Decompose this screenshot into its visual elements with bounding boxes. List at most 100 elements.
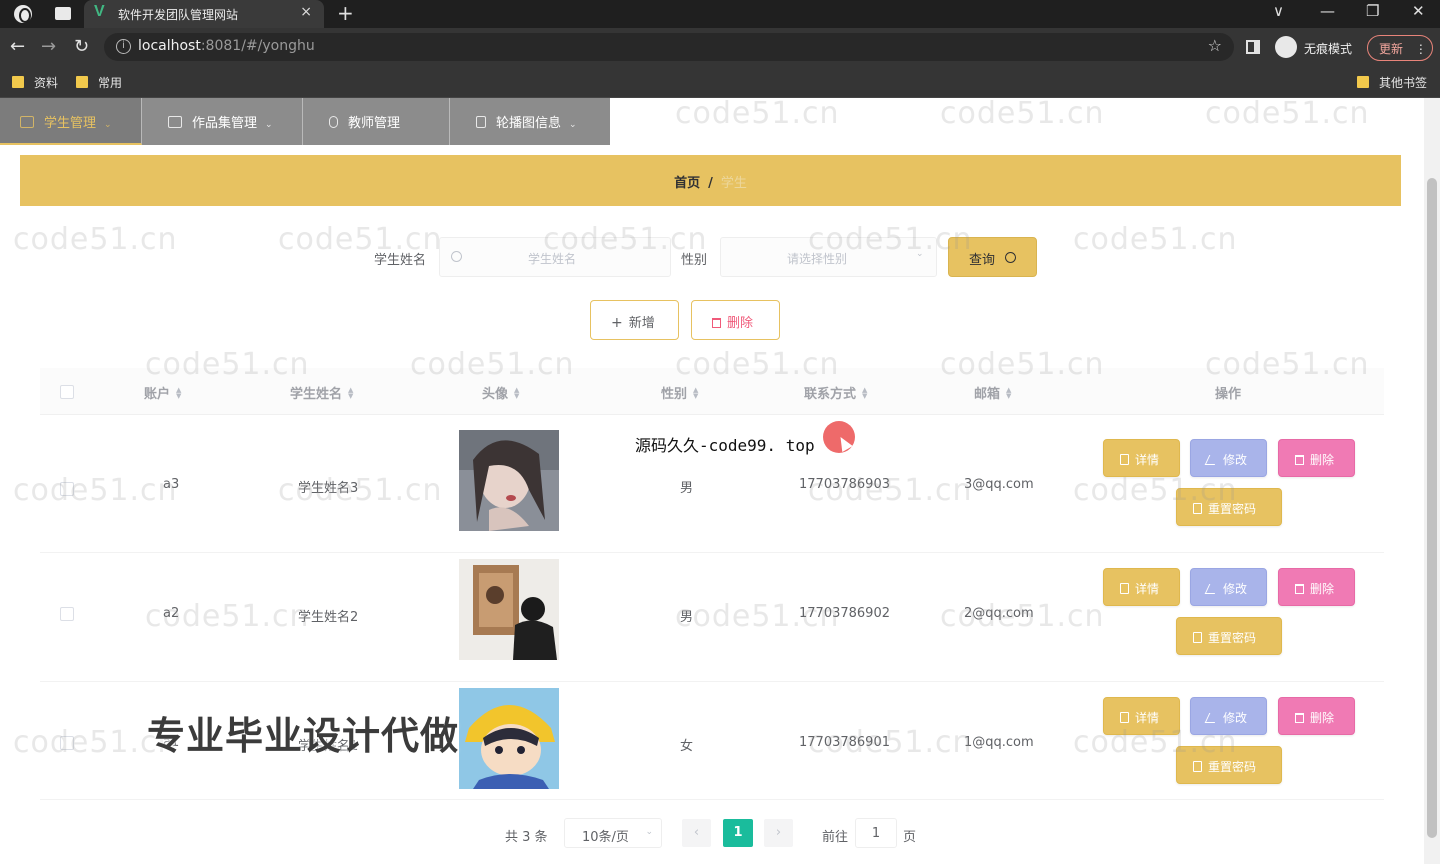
info-icon[interactable]: i — [116, 39, 131, 54]
bookmark-folder[interactable]: 资料 — [12, 74, 58, 91]
reset-password-button[interactable]: 重置密码 — [1176, 488, 1282, 526]
edit-button[interactable]: 修改 — [1190, 697, 1267, 735]
omnibox[interactable]: i localhost:8081/#/yonghu ☆ — [104, 33, 1234, 61]
edit-button[interactable]: 修改 — [1190, 439, 1267, 477]
reset-label: 重置密码 — [1208, 502, 1257, 516]
page-number-current[interactable]: 1 — [723, 819, 753, 847]
sort-icon[interactable]: ▲ ▼ — [862, 387, 870, 400]
side-panel-icon[interactable] — [1246, 40, 1260, 54]
edit-icon — [1204, 455, 1220, 465]
query-button[interactable]: 查询 — [948, 237, 1037, 277]
page-size-select[interactable]: 10条/页 ⌄ — [564, 818, 662, 848]
sort-icon[interactable]: ▲ ▼ — [176, 387, 184, 400]
folder-icon — [12, 76, 24, 88]
detail-button[interactable]: 详情 — [1103, 697, 1180, 735]
nav-item-portfolio[interactable]: 作品集管理 ⌄ — [142, 98, 303, 145]
prev-page-button[interactable]: ‹ — [682, 819, 711, 847]
url-text[interactable]: localhost:8081/#/yonghu — [138, 38, 315, 54]
tab-close-icon[interactable]: × — [300, 4, 312, 20]
reload-icon[interactable]: ↻ — [74, 36, 89, 57]
delete-button[interactable]: 删除 — [1278, 697, 1355, 735]
header-label: 账户 — [144, 387, 171, 402]
reset-password-button[interactable]: 重置密码 — [1176, 746, 1282, 784]
overlay-promo-text: 专业毕业设计代做 — [147, 714, 460, 758]
trash-icon — [712, 318, 721, 328]
header-account[interactable]: 账户 ▲ ▼ — [144, 383, 184, 403]
sort-icon[interactable]: ▲ ▼ — [693, 387, 701, 400]
bookmark-star-icon[interactable]: ☆ — [1208, 36, 1222, 55]
delete-label: 删除 — [1310, 453, 1335, 467]
minimize-icon[interactable]: — — [1320, 2, 1335, 20]
grid-icon — [168, 116, 182, 128]
header-avatar[interactable]: 头像 ▲ ▼ — [482, 383, 522, 403]
row-checkbox[interactable] — [60, 482, 74, 496]
edit-label: 修改 — [1223, 711, 1248, 725]
mic-icon — [329, 116, 338, 128]
nav-item-teachers[interactable]: 教师管理 — [303, 98, 450, 145]
header-label: 邮箱 — [974, 387, 1001, 402]
browser-tab[interactable]: V 软件开发团队管理网站 × — [84, 0, 324, 28]
close-window-icon[interactable]: ✕ — [1412, 2, 1425, 20]
sort-icon[interactable]: ▲ ▼ — [348, 387, 356, 400]
reset-label: 重置密码 — [1208, 631, 1257, 645]
update-button[interactable]: 更新 ⋮ — [1367, 35, 1433, 61]
sort-icon[interactable]: ▲ ▼ — [514, 387, 522, 400]
address-bar: ← → ↻ i localhost:8081/#/yonghu ☆ 无痕模式 更… — [0, 28, 1440, 66]
kebab-menu-icon[interactable]: ⋮ — [1415, 42, 1427, 56]
nav-item-carousel[interactable]: 轮播图信息 ⌄ — [450, 98, 610, 145]
delete-label: 删除 — [1310, 582, 1335, 596]
table-header: 账户 ▲ ▼ 学生姓名 ▲ ▼ 头像 ▲ ▼ 性别 ▲ ▼ 联系方式 ▲ ▼ 邮箱 ▲ ▼ 操作 — [40, 368, 1384, 415]
delete-button[interactable]: 删除 — [1278, 439, 1355, 477]
chevron-down-icon: ⌄ — [104, 120, 112, 130]
goto-page-input[interactable]: 1 — [855, 818, 897, 848]
document-icon — [1120, 454, 1129, 465]
name-placeholder: 学生姓名 — [528, 252, 577, 266]
breadcrumb-home[interactable]: 首页 — [674, 176, 700, 191]
page-scrollbar-thumb[interactable] — [1427, 178, 1437, 838]
header-label: 性别 — [661, 387, 688, 402]
header-email[interactable]: 邮箱 ▲ ▼ — [974, 383, 1014, 403]
header-ops: 操作 — [1215, 387, 1242, 402]
select-all-checkbox[interactable] — [60, 385, 74, 399]
header-gender[interactable]: 性别 ▲ ▼ — [661, 383, 701, 403]
bookmarks-bar: 资料 常用 其他书签 — [0, 66, 1440, 98]
detail-button[interactable]: 详情 — [1103, 439, 1180, 477]
tab-search-icon[interactable]: ∨ — [1273, 2, 1284, 20]
chevron-down-icon: ⌄ — [916, 249, 924, 259]
forward-icon[interactable]: → — [41, 36, 56, 57]
header-phone[interactable]: 联系方式 ▲ ▼ — [804, 383, 870, 403]
edit-button[interactable]: 修改 — [1190, 568, 1267, 606]
row-checkbox[interactable] — [60, 736, 74, 750]
breadcrumb: 首页 / 学生 — [20, 155, 1401, 206]
back-icon[interactable]: ← — [10, 36, 25, 57]
search-icon — [451, 251, 462, 262]
browser-tab-strip: V 软件开发团队管理网站 × + ∨ — ❐ ✕ — [0, 0, 1440, 28]
reset-password-button[interactable]: 重置密码 — [1176, 617, 1282, 655]
batch-delete-button[interactable]: 删除 — [691, 300, 780, 340]
name-search-input[interactable]: 学生姓名 — [439, 237, 671, 277]
folder-icon — [1357, 76, 1369, 88]
maximize-icon[interactable]: ❐ — [1366, 2, 1379, 20]
goto-label: 前往 — [822, 830, 849, 845]
sort-icon[interactable]: ▲ ▼ — [1006, 387, 1014, 400]
gender-select[interactable]: 请选择性别 ⌄ — [720, 237, 937, 277]
page-suffix: 页 — [903, 830, 917, 845]
new-tab-button[interactable]: + — [337, 1, 354, 25]
search-icon — [1005, 252, 1016, 263]
nav-item-students[interactable]: 学生管理 ⌄ — [0, 98, 142, 145]
delete-button[interactable]: 删除 — [1278, 568, 1355, 606]
vue-logo-icon: V — [94, 3, 105, 20]
cell-phone: 17703786901 — [799, 735, 890, 750]
user-icon — [20, 116, 34, 128]
other-bookmarks[interactable]: 其他书签 — [1357, 74, 1427, 91]
document-icon — [1193, 632, 1202, 643]
globe-icon[interactable] — [14, 5, 32, 23]
next-page-button[interactable]: › — [764, 819, 793, 847]
detail-label: 详情 — [1135, 453, 1160, 467]
row-checkbox[interactable] — [60, 607, 74, 621]
detail-button[interactable]: 详情 — [1103, 568, 1180, 606]
window-icon[interactable] — [55, 7, 71, 20]
bookmark-folder[interactable]: 常用 — [76, 74, 122, 91]
header-name[interactable]: 学生姓名 ▲ ▼ — [290, 383, 356, 403]
add-button[interactable]: + 新增 — [590, 300, 679, 340]
